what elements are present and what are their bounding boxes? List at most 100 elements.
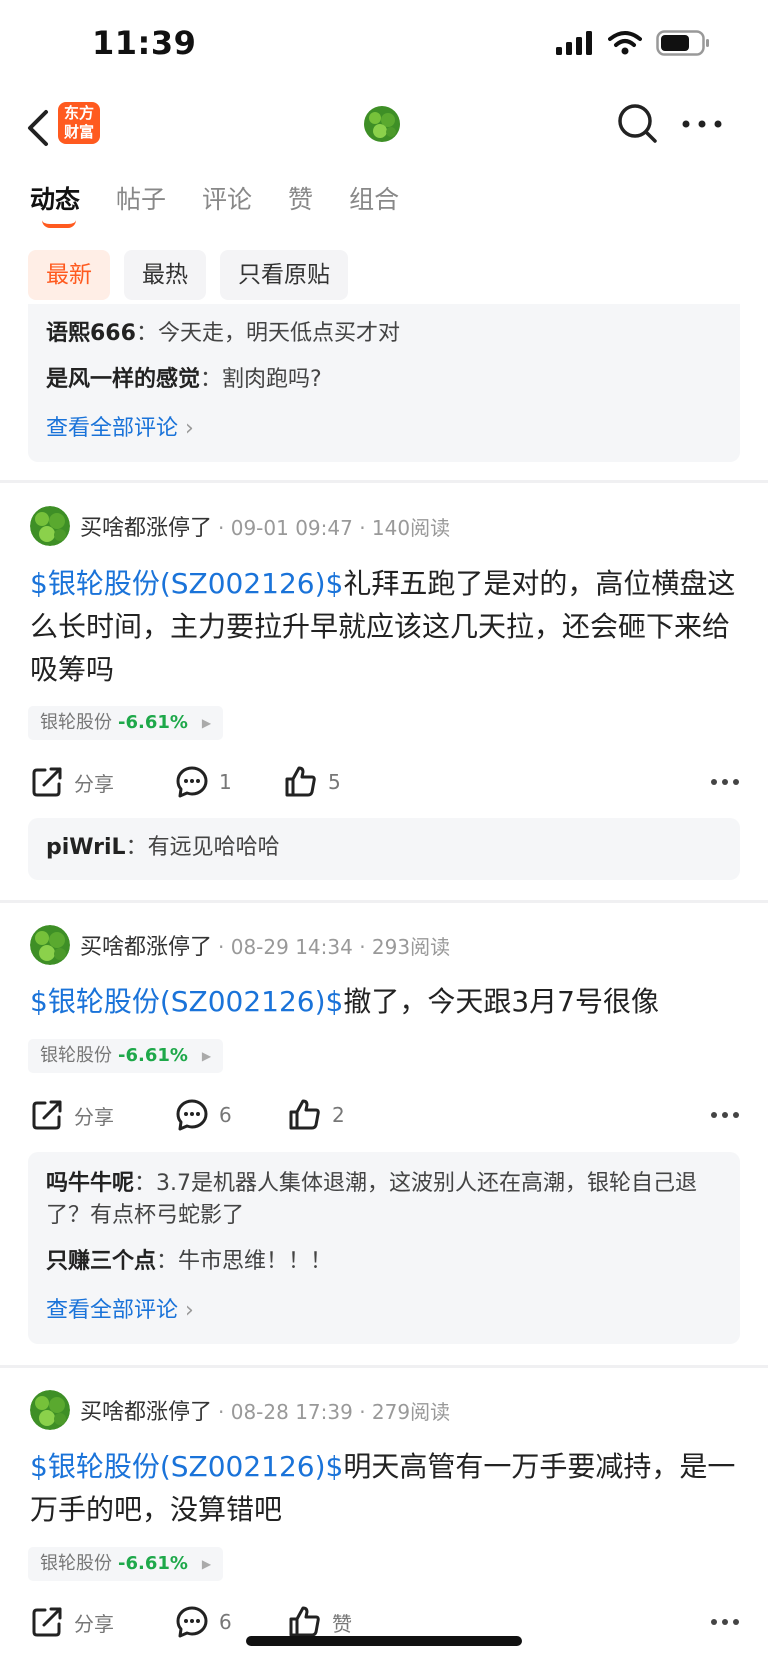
more-dots-icon[interactable]	[710, 770, 740, 794]
author-avatar[interactable]	[30, 506, 70, 546]
comment-item: 是风一样的感觉：割肉跑吗?	[46, 367, 322, 392]
post-meta: · 09-01 09:47 · 140阅读	[218, 515, 451, 540]
back-icon[interactable]	[22, 106, 56, 150]
comment-text: 牛市思维！！！	[178, 1249, 333, 1274]
chevron-right-icon: ▶	[201, 1049, 212, 1063]
chevron-right-icon: ▶	[201, 1557, 212, 1571]
stock-change: -6.61%	[118, 1045, 188, 1066]
home-indicator[interactable]	[246, 1636, 522, 1646]
post-meta: · 08-28 17:39 · 279阅读	[218, 1399, 451, 1424]
tab-bar: 动态 帖子 评论 赞 组合	[30, 180, 399, 228]
post-content[interactable]: $银轮股份(SZ002126)$撤了，今天跟3月7号很像	[30, 980, 740, 1023]
post-body: 撤了，今天跟3月7号很像	[343, 985, 659, 1018]
divider	[0, 1365, 768, 1368]
author-avatar[interactable]	[30, 925, 70, 965]
comment-count: 6	[219, 1610, 232, 1634]
thumbs-up-icon	[289, 1099, 320, 1130]
post-author[interactable]: 买啥都涨停了	[80, 1394, 212, 1426]
comment-button[interactable]: 6	[175, 1095, 232, 1135]
post-content[interactable]: $银轮股份(SZ002126)$明天高管有一万手要减持，是一万手的吧，没算错吧	[30, 1445, 740, 1531]
thumbs-up-icon	[289, 1606, 320, 1637]
share-label: 分享	[74, 1611, 114, 1636]
status-bar: 11:39	[0, 0, 768, 92]
stock-link[interactable]: $银轮股份(SZ002126)$	[30, 985, 343, 1018]
stock-change: -6.61%	[118, 712, 188, 733]
post-author[interactable]: 买啥都涨停了	[80, 510, 212, 542]
tab-active-indicator	[42, 220, 76, 228]
comment-text: 今天走，明天低点买才对	[157, 321, 400, 346]
view-all-label: 查看全部评论	[46, 1298, 179, 1323]
post-header: 买啥都涨停了 · 08-28 17:39 · 279阅读	[30, 1390, 450, 1430]
comment-author[interactable]: 只赚三个点	[46, 1249, 156, 1274]
comment-icon	[176, 1099, 208, 1131]
comment-button[interactable]: 1	[175, 762, 232, 802]
stock-tag[interactable]: 银轮股份 -6.61% ▶	[28, 706, 224, 740]
like-button[interactable]: 2	[288, 1095, 345, 1135]
author-avatar[interactable]	[30, 1390, 70, 1430]
stock-link[interactable]: $银轮股份(SZ002126)$	[30, 567, 343, 600]
comment-text: 有远见哈哈哈	[147, 835, 280, 860]
user-avatar[interactable]	[364, 106, 400, 142]
comment-item: 吗牛牛呢：3.7是机器人集体退潮，这波别人还在高潮，银轮自己退了？有点杯弓蛇影了	[46, 1171, 698, 1228]
divider	[0, 900, 768, 903]
comment-count: 1	[219, 770, 232, 794]
share-icon	[32, 1607, 62, 1637]
filter-hottest[interactable]: 最热	[124, 250, 206, 300]
post-header: 买啥都涨停了 · 09-01 09:47 · 140阅读	[30, 506, 450, 546]
comment-item: 只赚三个点：牛市思维！！！	[46, 1249, 333, 1274]
app-logo: 东方财富	[58, 102, 100, 144]
signal-icon	[556, 31, 592, 55]
comment-icon	[176, 1606, 208, 1638]
comment-author[interactable]: 是风一样的感觉	[46, 367, 200, 392]
like-count: 2	[332, 1103, 345, 1127]
more-dots-icon[interactable]	[680, 112, 724, 136]
share-icon	[32, 767, 62, 797]
post-content[interactable]: $银轮股份(SZ002126)$礼拜五跑了是对的，高位横盘这么长时间，主力要拉升…	[30, 562, 740, 691]
share-label: 分享	[74, 771, 114, 796]
share-button[interactable]: 分享	[30, 762, 114, 802]
tab-dynamic[interactable]: 动态	[30, 180, 81, 228]
stock-name: 银轮股份	[40, 712, 112, 733]
view-all-label: 查看全部评论	[46, 416, 179, 441]
post-meta: · 08-29 14:34 · 293阅读	[218, 934, 451, 959]
tab-portfolio[interactable]: 组合	[349, 180, 399, 216]
tab-likes[interactable]: 赞	[288, 180, 313, 216]
view-all-comments-link[interactable]: 查看全部评论 ›	[46, 410, 722, 442]
status-time: 11:39	[92, 24, 197, 62]
divider	[0, 480, 768, 483]
comment-item: 语熙666：今天走，明天低点买才对	[46, 321, 400, 346]
filter-original-only[interactable]: 只看原贴	[220, 250, 348, 300]
like-button[interactable]: 5	[284, 762, 341, 802]
share-button[interactable]: 分享	[30, 1602, 114, 1642]
stock-link[interactable]: $银轮股份(SZ002126)$	[30, 1450, 343, 1483]
comment-preview: 语熙666：今天走，明天低点买才对 是风一样的感觉：割肉跑吗? 查看全部评论 ›	[28, 304, 740, 462]
stock-change: -6.61%	[118, 1553, 188, 1574]
view-all-comments-link[interactable]: 查看全部评论 ›	[46, 1292, 722, 1324]
tab-label: 动态	[30, 185, 81, 214]
top-nav: 东方财富	[0, 92, 768, 192]
tab-comments[interactable]: 评论	[202, 180, 252, 216]
filter-latest[interactable]: 最新	[28, 250, 110, 300]
search-icon[interactable]	[616, 102, 658, 144]
comment-author[interactable]: 语熙666	[46, 321, 136, 346]
comment-button[interactable]: 6	[175, 1602, 232, 1642]
chevron-right-icon: ▶	[201, 716, 212, 730]
share-label: 分享	[74, 1104, 114, 1129]
post-actions: 分享 1 5	[30, 762, 740, 802]
comment-icon	[176, 766, 208, 798]
stock-name: 银轮股份	[40, 1045, 112, 1066]
stock-name: 银轮股份	[40, 1553, 112, 1574]
filter-chips: 最新 最热 只看原贴	[28, 250, 348, 300]
share-button[interactable]: 分享	[30, 1095, 114, 1135]
more-dots-icon[interactable]	[710, 1103, 740, 1127]
tab-posts[interactable]: 帖子	[116, 180, 166, 216]
like-count: 5	[328, 770, 341, 794]
stock-tag[interactable]: 银轮股份 -6.61% ▶	[28, 1547, 224, 1581]
share-icon	[32, 1100, 62, 1130]
comment-author[interactable]: 吗牛牛呢	[46, 1171, 134, 1196]
comment-preview: 吗牛牛呢：3.7是机器人集体退潮，这波别人还在高潮，银轮自己退了？有点杯弓蛇影了…	[28, 1152, 740, 1344]
post-author[interactable]: 买啥都涨停了	[80, 929, 212, 961]
stock-tag[interactable]: 银轮股份 -6.61% ▶	[28, 1039, 224, 1073]
comment-author[interactable]: piWriL	[46, 835, 126, 860]
more-dots-icon[interactable]	[710, 1610, 740, 1634]
